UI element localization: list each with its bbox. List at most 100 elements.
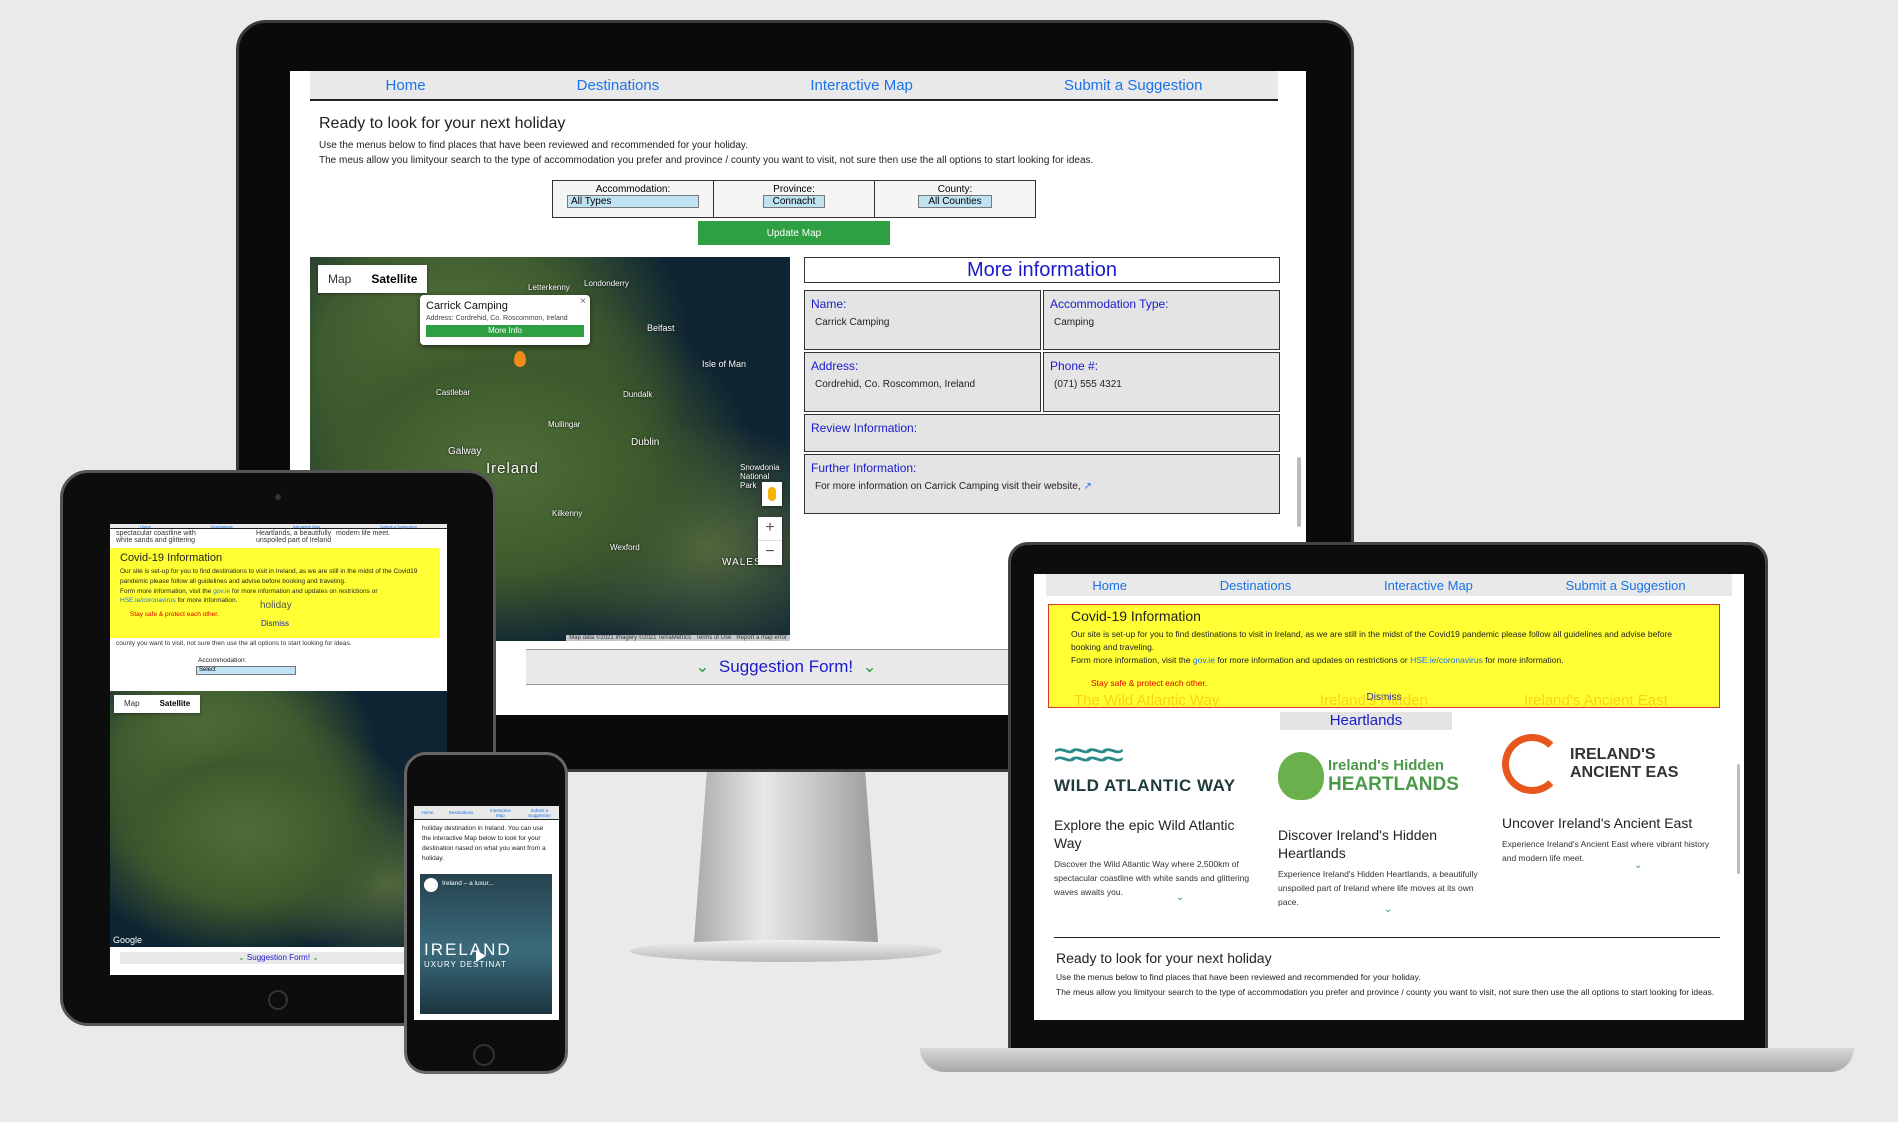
tablet-suggestion-label: Suggestion Form! [246,953,311,962]
nav-submit-suggestion[interactable]: Submit a Suggestion [1064,77,1202,94]
map-label-mullingar: Mullingar [548,420,581,429]
laptop-covid-mid: for more information and updates on rest… [1214,655,1411,666]
laptop-hse-link[interactable]: HSE.ie/coronavirus [1410,655,1483,665]
map-tab-satellite[interactable]: Satellite [361,265,427,293]
tablet-map[interactable]: Map Satellite Google [110,691,447,947]
east-title: Uncover Ireland's Ancient East [1502,815,1693,831]
laptop-nav-submit[interactable]: Submit a Suggestion [1566,578,1686,593]
tablet-hse-link[interactable]: HSE.ie/coronavirus [120,597,176,604]
tablet-accommodation-label: Accommodation: [198,657,247,664]
laptop-heading: Ready to look for your next holiday [1056,950,1272,966]
update-map-button[interactable]: Update Map [698,221,890,245]
pegman-icon[interactable] [762,482,782,506]
laptop-divider [1054,937,1720,938]
map-label-letterkenny: Letterkenny [528,283,570,292]
more-info-row-1: Name: Carrick Camping Accommodation Type… [804,290,1280,350]
tablet-nav-home[interactable]: Home [140,524,151,529]
map-label-wales: WALES [722,557,762,568]
laptop-nav-destinations[interactable]: Destinations [1220,578,1292,593]
hidden-logo-line-2: HEARTLANDS [1328,773,1459,795]
map-report-link[interactable]: Report a map error [736,635,787,641]
address-label: Address: [811,359,859,373]
tablet-nav-destinations[interactable]: Destinations [211,524,233,529]
tablet-dismiss-button[interactable]: Dismiss [120,619,430,628]
phone-value: (071) 555 4321 [1054,379,1122,390]
laptop-nav-interactive-map[interactable]: Interactive Map [1384,578,1473,593]
map-label-dublin: Dublin [631,437,660,448]
monitor-stand [693,772,879,947]
county-select[interactable]: All Counties [918,195,992,208]
wild-text: Discover the Wild Atlantic Way where 2,5… [1054,859,1250,897]
ancient-east-logo: IRELAND'S ANCIENT EAS [1502,724,1720,804]
map-label-kilkenny: Kilkenny [552,509,583,518]
popup-title: Carrick Camping [426,300,508,312]
tablet-map-tab-map[interactable]: Map [114,695,150,713]
phone-video[interactable]: Ireland – a luxur... IRELAND UXURY DESTI… [420,874,552,1014]
page-heading: Ready to look for your next holiday [319,115,566,132]
popup-close-icon[interactable]: × [580,296,586,307]
popup-more-info-button[interactable]: More Info [426,325,584,337]
address-value: Cordrehid, Co. Roscommon, Ireland [815,379,976,390]
chevron-down-icon[interactable]: ⌄ [1384,904,1392,915]
phone-label: Phone #: [1050,359,1099,373]
phone-nav-destinations[interactable]: Destinations [449,810,474,815]
play-icon[interactable] [476,950,486,962]
tablet-behind-text: county you want to visit, not sure then … [116,640,352,647]
nav-interactive-map[interactable]: Interactive Map [810,77,913,94]
filter-box: Accommodation: All Types Province: Conna… [552,180,1036,218]
laptop-scrollbar[interactable] [1737,764,1740,874]
east-logo-line-1: IRELAND'S [1570,746,1656,763]
province-select[interactable]: Connacht [763,195,825,208]
chevron-down-icon[interactable]: ⌄ [1634,860,1642,871]
tablet-home-button[interactable] [268,990,288,1010]
zoom-out-button[interactable]: − [758,541,782,565]
map-tab-map[interactable]: Map [318,265,361,293]
tablet-map-tab-satellite[interactable]: Satellite [150,695,201,713]
map-label-londonderry: Londonderry [584,279,629,288]
intro-line-2: The meus allow you limityour search to t… [319,155,1094,166]
tablet-accommodation-select[interactable]: Select [196,666,296,675]
phone-nav-interactive-map[interactable]: Interactive Map [488,808,512,818]
phone-nav-submit[interactable]: Submit a Suggestion [527,808,551,818]
map-label-belfast: Belfast [647,323,675,333]
province-select-value: Connacht [772,196,816,207]
phone-nav-home[interactable]: Home [422,810,434,815]
map-marker-icon[interactable] [514,351,526,367]
card-wild-atlantic: ≈≈≈≈ WILD ATLANTIC WAY Explore the epic … [1054,734,1264,903]
phone-screen: Home Destinations Interactive Map Submit… [414,806,559,1020]
name-value: Carrick Camping [815,317,890,328]
phone-video-title: Ireland – a luxur... [442,880,494,887]
tablet-gov-link[interactable]: gov.ie [213,588,230,595]
laptop-intro-line-1: Use the menus below to find places that … [1056,972,1421,982]
laptop-gov-link[interactable]: gov.ie [1193,655,1215,665]
monitor-stand-base [630,940,942,962]
nav-home[interactable]: Home [386,77,426,94]
desktop-scrollbar[interactable] [1297,457,1301,527]
accommodation-select[interactable]: All Types [567,195,699,208]
laptop-covid-text: Our site is set-up for you to find desti… [1071,629,1672,653]
hidden-heartlands-logo: Ireland's Hidden HEARTLANDS [1278,746,1488,806]
tablet-covid-post: for more information. [175,597,238,605]
zoom-in-button[interactable]: + [758,517,782,541]
heartlands-tab[interactable]: Heartlands [1280,712,1452,730]
name-cell: Name: Carrick Camping [804,290,1041,350]
desktop-navbar: Home Destinations Interactive Map Submit… [310,71,1278,101]
laptop-nav-home[interactable]: Home [1092,578,1127,593]
tablet-nav-interactive-map[interactable]: Interactive Map [293,524,320,529]
phone-home-button[interactable] [473,1044,495,1066]
tablet-screen: Home Destinations Interactive Map Submit… [110,524,447,975]
accommodation-label: Accommodation: [595,184,671,195]
map-terms-link[interactable]: Terms of Use [696,635,731,641]
tablet-covid-banner: Covid-19 Information Our site is set-up … [110,548,440,638]
east-logo-line-2: ANCIENT EAS [1570,764,1679,781]
external-link-icon[interactable]: ↗ [1083,481,1091,492]
desktop-suggestion-bar[interactable]: ⌄ Suggestion Form! ⌄ [526,649,1046,685]
chevron-down-icon[interactable]: ⌄ [1176,892,1184,903]
laptop-stay-safe: Stay safe & protect each other. [1091,677,1208,688]
laptop-intro-line-2: The meus allow you limityour search to t… [1056,987,1715,997]
card-hidden-heartlands: Ireland's Hidden HEARTLANDS Discover Ire… [1278,746,1488,915]
nav-destinations[interactable]: Destinations [577,77,660,94]
tablet-suggestion-bar[interactable]: ⌄ Suggestion Form! ⌄ [120,952,437,964]
tablet-behind-heading: holiday [260,600,292,611]
tablet-nav-submit[interactable]: Submit a Suggestion [380,524,417,529]
